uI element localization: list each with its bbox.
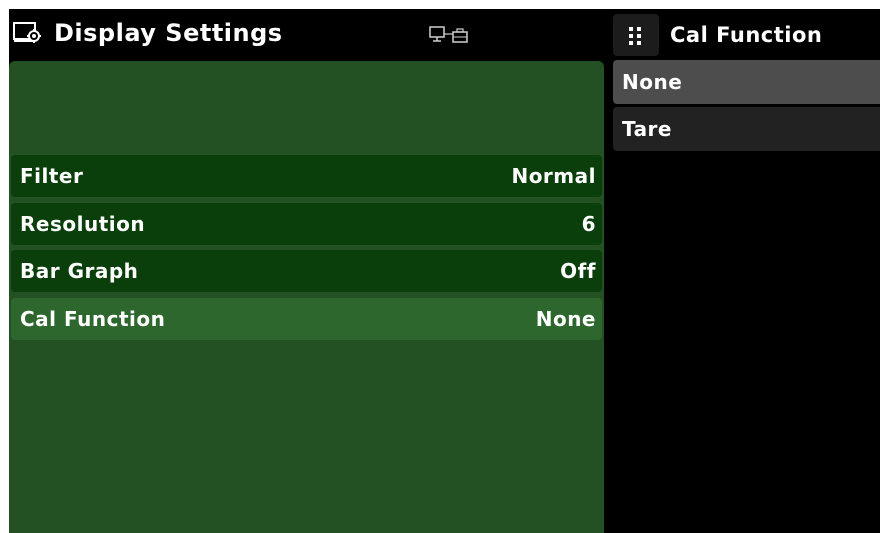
- display-settings-icon: [13, 22, 43, 44]
- setting-label: Resolution: [20, 212, 146, 236]
- setting-row-cal-function[interactable]: Cal Function None: [11, 298, 602, 340]
- option-tare[interactable]: Tare: [613, 107, 880, 151]
- setting-value: Normal: [511, 164, 596, 188]
- setting-value: 6: [581, 212, 596, 236]
- settings-panel: Filter Normal Resolution 6 Bar Graph Off…: [9, 61, 604, 533]
- option-label: Tare: [622, 117, 672, 141]
- setting-value: None: [535, 307, 596, 331]
- remote-connection-icon: [429, 26, 471, 44]
- page-title: Display Settings: [54, 19, 283, 47]
- setting-label: Cal Function: [20, 307, 166, 331]
- popup-title: Cal Function: [670, 23, 823, 47]
- setting-row-bar-graph[interactable]: Bar Graph Off: [11, 250, 602, 292]
- setting-value: Off: [560, 259, 596, 283]
- grid-menu-button[interactable]: [613, 14, 659, 56]
- header-bar: Display Settings Cal Function: [9, 9, 880, 59]
- setting-label: Filter: [20, 164, 84, 188]
- setting-label: Bar Graph: [20, 259, 139, 283]
- setting-row-resolution[interactable]: Resolution 6: [11, 203, 602, 245]
- device-screen: Display Settings Cal Function Filter Nor…: [9, 9, 880, 533]
- grid-menu-icon: [629, 27, 641, 45]
- setting-row-filter[interactable]: Filter Normal: [11, 155, 602, 197]
- option-none[interactable]: None: [613, 60, 880, 104]
- option-label: None: [622, 70, 683, 94]
